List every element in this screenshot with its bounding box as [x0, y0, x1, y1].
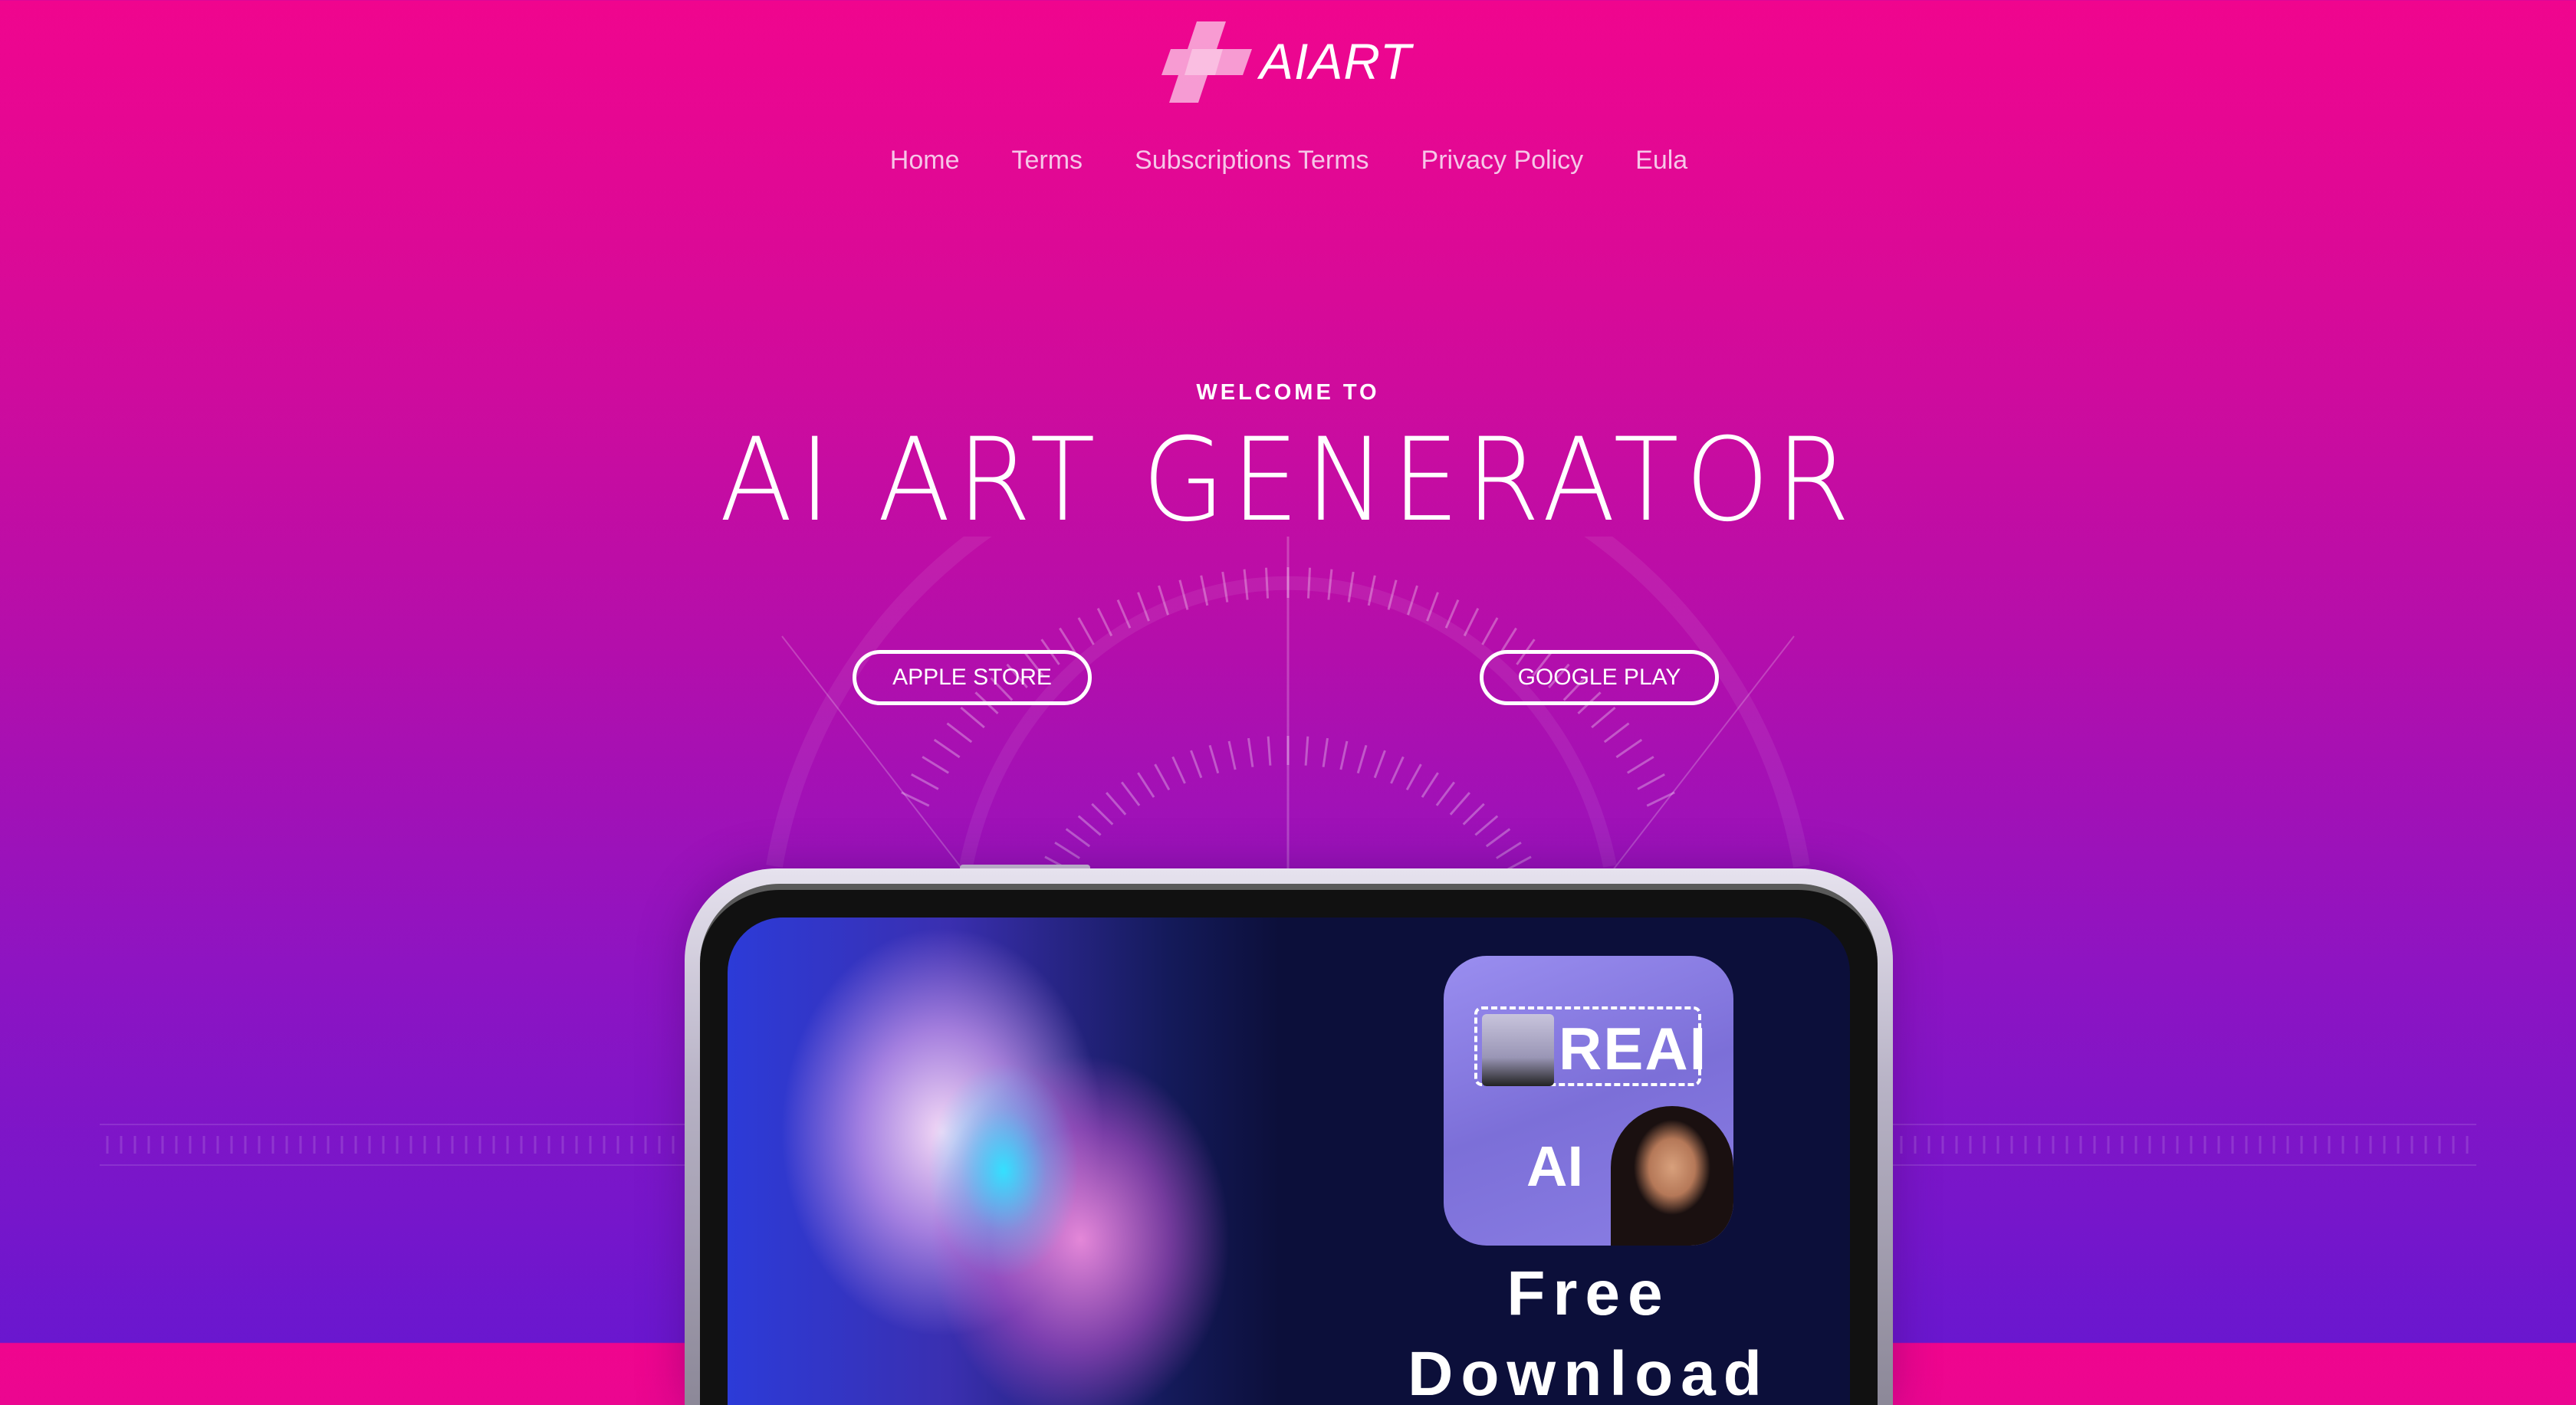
dial-tick [1077, 617, 1095, 645]
dial-tick [922, 756, 949, 774]
cyberpunk-girl-artwork [728, 918, 1280, 1405]
hero-eyebrow: WELCOME TO [1196, 380, 1380, 405]
app-icon-label-bottom: AI [1526, 1134, 1583, 1198]
dial-tick [1637, 773, 1665, 790]
dial-tick [1462, 803, 1485, 826]
dial-tick [1367, 575, 1376, 606]
brand-logo-text: AIART [1260, 33, 1412, 90]
dial-tick [1065, 828, 1091, 848]
dial-tick [1485, 828, 1511, 848]
dial-tick [1421, 772, 1439, 798]
dial-tick [1054, 841, 1080, 859]
dial-tick [1178, 579, 1189, 610]
dial-tick [1615, 738, 1643, 759]
dial-tick [1496, 841, 1522, 859]
dial-tick [1435, 781, 1456, 806]
dial-tick [1208, 744, 1220, 774]
dial-tick [1091, 803, 1114, 826]
dial-tick [1463, 608, 1480, 637]
dial-tick [1444, 599, 1460, 629]
dial-tick [1096, 608, 1113, 637]
dial-tick [1426, 592, 1439, 622]
dial-tick [1390, 756, 1405, 784]
dial-tick [1264, 567, 1270, 599]
dial-tick [1247, 737, 1254, 767]
dial-tick [1304, 736, 1309, 766]
dial-tick [1474, 815, 1499, 836]
plus-cross-icon [1162, 21, 1252, 103]
nav-subscriptions-terms[interactable]: Subscriptions Terms [1135, 146, 1369, 176]
main-nav: Home Terms Subscriptions Terms Privacy P… [0, 146, 2576, 176]
apple-store-button[interactable]: APPLE STORE [853, 650, 1092, 705]
nav-privacy-policy[interactable]: Privacy Policy [1421, 146, 1584, 176]
dial-tick [1243, 569, 1249, 600]
dial-tick [1327, 569, 1333, 600]
dial-tick [1221, 571, 1229, 602]
dial-tick [1407, 585, 1418, 616]
hero-title: AI ART GENERATOR [719, 414, 1857, 547]
dial-tick [1190, 750, 1203, 779]
portrait-thumbnail [1482, 1014, 1554, 1086]
phone-mockup: REAI AI Free Download [685, 868, 1893, 1405]
dial-tick [1347, 571, 1355, 602]
dial-tick [1356, 744, 1368, 774]
promo-text-free: Free [1506, 1259, 1671, 1328]
dial-tick [1322, 737, 1329, 767]
dial-tick [1449, 792, 1470, 816]
app-icon-label-top: REAI [1559, 1015, 1708, 1082]
nav-eula[interactable]: Eula [1635, 146, 1687, 176]
dial-tick [1106, 792, 1127, 816]
dial-tick [933, 738, 961, 759]
nav-home[interactable]: Home [890, 146, 960, 176]
dial-tick [1339, 740, 1349, 770]
dial-tick [946, 722, 973, 744]
dial-tick [1627, 756, 1654, 774]
dial-tick [1405, 763, 1422, 791]
dial-tick [1137, 592, 1150, 622]
dial-tick [1481, 617, 1499, 645]
dial-tick [1200, 575, 1209, 606]
dial-tick [1137, 772, 1155, 798]
dial-tick [911, 773, 939, 790]
nav-terms[interactable]: Terms [1011, 146, 1083, 176]
dial-tick [1591, 706, 1616, 729]
dial-tick [1116, 599, 1132, 629]
dial-tick [901, 791, 930, 807]
dial-tick [960, 706, 985, 729]
dial-tick [1158, 585, 1169, 616]
dial-tick [1646, 791, 1675, 807]
google-play-button[interactable]: GOOGLE PLAY [1480, 650, 1719, 705]
dial-tick [1171, 756, 1186, 784]
dial-tick [1077, 815, 1102, 836]
dial-tick [1306, 567, 1312, 599]
dial-tick [1154, 763, 1171, 791]
dial-tick [1373, 750, 1386, 779]
phone-screen: REAI AI Free Download [728, 918, 1850, 1405]
dial-tick [1227, 740, 1237, 770]
brand-logo[interactable]: AIART [1162, 21, 1411, 103]
app-icon: REAI AI [1444, 956, 1733, 1246]
promo-text-download: Download [1408, 1339, 1769, 1405]
phone-bezel: REAI AI Free Download [700, 884, 1878, 1405]
heroine-portrait [1611, 1106, 1733, 1246]
dial-tick [1120, 781, 1141, 806]
dial-tick [1387, 579, 1398, 610]
dial-tick [1603, 722, 1630, 744]
dial-tick [1267, 736, 1272, 766]
